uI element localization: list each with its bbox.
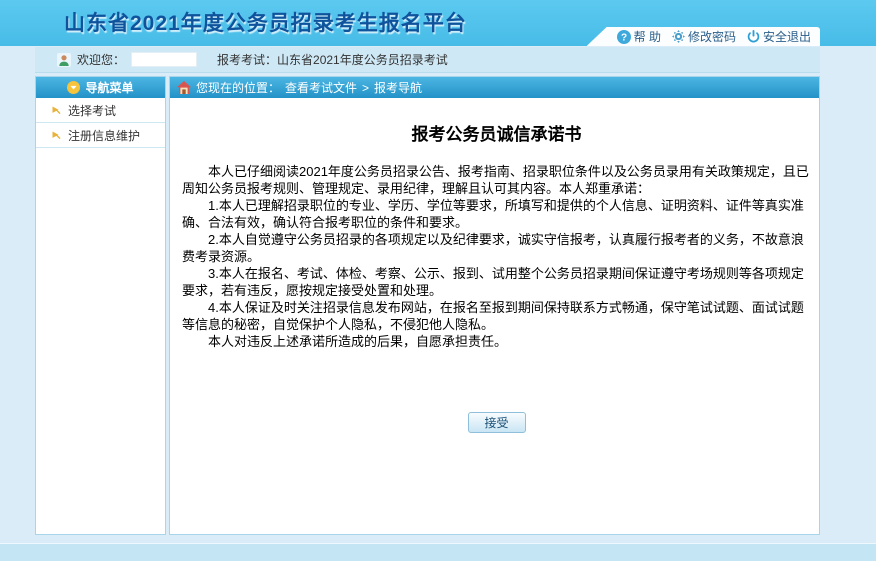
logout-label: 安全退出 — [762, 30, 811, 44]
help-icon: ? — [616, 29, 631, 44]
document-paragraph: 1.本人已理解招录职位的专业、学历、学位等要求，所填写和提供的个人信息、证明资料… — [182, 198, 804, 230]
document-paragraph: 本人已仔细阅读2021年度公务员招录公告、报考指南、招录职位条件以及公务员录用有… — [182, 164, 809, 196]
breadcrumb-link-apply-nav[interactable]: 报考导航 — [374, 79, 422, 96]
sidebar-item-registration-info[interactable]: 注册信息维护 — [36, 123, 165, 148]
gear-icon — [671, 30, 685, 43]
change-password-label: 修改密码 — [687, 30, 736, 44]
exam-label: 报考考试：山东省2021年度公务员招录考试 — [217, 53, 448, 67]
page-footer — [0, 543, 876, 561]
document-paragraph: 2.本人自觉遵守公务员招录的各项规定以及纪律要求，诚实守信报考，认真履行报考者的… — [182, 232, 804, 264]
content-panel: 您现在的位置： 查看考试文件 > 报考导航 报考公务员诚信承诺书 本人已仔细阅读… — [169, 76, 820, 535]
breadcrumb-prefix: 您现在的位置： — [196, 81, 281, 95]
page: 山东省2021年度公务员招录考生报名平台 ? 帮 助 修改密码 安全退出 欢迎您… — [0, 0, 876, 561]
main-area: 导航菜单 选择考试 注册信息维护 您现在的位置： 查看考试文件 > 报考导航 报… — [35, 76, 820, 535]
breadcrumb-separator: > — [362, 80, 370, 95]
sidebar: 导航菜单 选择考试 注册信息维护 — [35, 76, 166, 535]
logout-link[interactable]: 安全退出 — [747, 28, 811, 45]
app-header: 山东省2021年度公务员招录考生报名平台 ? 帮 助 修改密码 安全退出 — [0, 0, 876, 46]
sidebar-header-label: 导航菜单 — [85, 81, 134, 95]
svg-text:?: ? — [621, 32, 627, 43]
arrow-bullet-icon — [51, 105, 61, 115]
user-avatar-icon — [57, 52, 71, 67]
home-icon — [177, 81, 191, 94]
document-paragraph: 4.本人保证及时关注招录信息发布网站，在报名至报到期间保持联系方式畅通，保守笔试… — [182, 300, 804, 332]
help-link[interactable]: ? 帮 助 — [616, 28, 661, 45]
sidebar-item-label: 选择考试 — [68, 103, 117, 118]
breadcrumb: 您现在的位置： 查看考试文件 > 报考导航 — [170, 77, 819, 98]
greeting-label: 欢迎您： — [77, 53, 126, 67]
sidebar-header: 导航菜单 — [36, 77, 165, 98]
change-password-link[interactable]: 修改密码 — [671, 28, 736, 45]
accept-button-row: 接受 — [182, 412, 811, 433]
document-title: 报考公务员诚信承诺书 — [411, 125, 582, 144]
sidebar-item-label: 注册信息维护 — [68, 128, 141, 143]
arrow-bullet-icon — [51, 130, 61, 140]
accept-button[interactable]: 接受 — [467, 412, 526, 433]
help-label: 帮 助 — [633, 30, 661, 44]
power-icon — [747, 30, 760, 43]
commitment-document: 报考公务员诚信承诺书 本人已仔细阅读2021年度公务员招录公告、报考指南、招录职… — [170, 98, 819, 433]
header-toolbar: ? 帮 助 修改密码 安全退出 — [586, 27, 820, 46]
username-value — [131, 52, 198, 67]
page-title: 山东省2021年度公务员招录考生报名平台 — [64, 12, 467, 35]
welcome-bar: 欢迎您： 报考考试：山东省2021年度公务员招录考试 — [35, 47, 820, 73]
sidebar-item-select-exam[interactable]: 选择考试 — [36, 98, 165, 123]
nav-toggle-icon — [67, 81, 81, 94]
document-paragraph: 本人对违反上述承诺所造成的后果，自愿承担责任。 — [208, 334, 508, 349]
breadcrumb-link-exam-files[interactable]: 查看考试文件 — [285, 79, 357, 96]
document-paragraph: 3.本人在报名、考试、体检、考察、公示、报到、试用整个公务员招录期间保证遵守考场… — [182, 266, 804, 298]
